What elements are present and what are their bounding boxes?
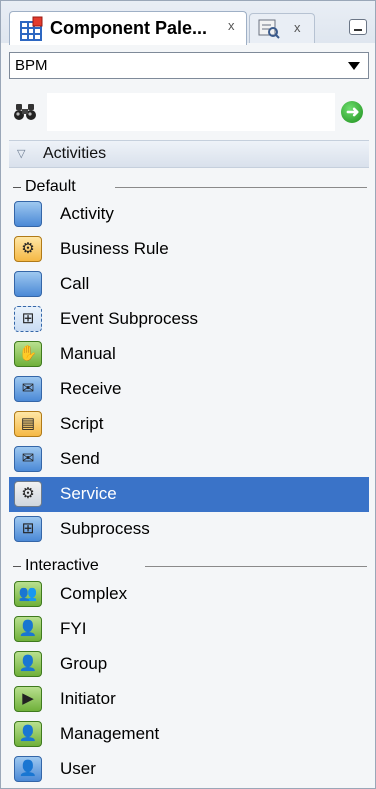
binoculars-icon [14, 104, 36, 120]
business-rule-icon: ⚙ [14, 236, 42, 262]
palette-item-label: Group [60, 654, 108, 673]
group-divider [145, 566, 367, 567]
resource-catalog-icon [258, 19, 280, 39]
palette-item-manual[interactable]: ✋ Manual [9, 337, 369, 372]
receive-icon: ✉ [14, 376, 42, 402]
palette-item-complex[interactable]: 👥 Complex [9, 577, 369, 612]
palette-item-script[interactable]: ▤ Script [9, 407, 369, 442]
palette-item-send[interactable]: ✉ Send [9, 442, 369, 477]
group-interactive: Interactive [9, 555, 369, 579]
subprocess-icon: ⊞ [14, 516, 42, 542]
palette-item-label: Event Subprocess [60, 309, 198, 328]
component-palette-panel: Component Pale... x x BPM ➜ ▽ Activities… [0, 0, 376, 789]
close-tab-icon[interactable]: x [294, 20, 301, 35]
tab-second[interactable]: x [249, 13, 315, 43]
palette-item-label: User [60, 759, 96, 778]
palette-item-initiator[interactable]: ▶ Initiator [9, 682, 369, 717]
complex-icon: 👥 [14, 581, 42, 607]
palette-item-receive[interactable]: ✉ Receive [9, 372, 369, 407]
arrow-right-icon: ➜ [346, 104, 360, 121]
palette-item-label: Business Rule [60, 239, 169, 258]
palette-item-call[interactable]: Call [9, 267, 369, 302]
send-icon: ✉ [14, 446, 42, 472]
palette-item-label: Receive [60, 379, 122, 398]
palette-item-label: Manual [60, 344, 116, 363]
group-label: Interactive [25, 557, 99, 574]
palette-item-label: Script [60, 414, 104, 433]
palette-item-label: Call [60, 274, 90, 293]
activity-icon [14, 201, 42, 227]
collapse-triangle-icon: ▽ [17, 148, 26, 160]
group-icon: 👤 [14, 651, 42, 677]
activities-section-header[interactable]: ▽ Activities [9, 140, 369, 168]
palette-item-label: Subprocess [60, 519, 150, 538]
minimize-button[interactable] [349, 19, 367, 35]
group-dash [13, 187, 21, 188]
event-subprocess-icon: ⊞ [14, 306, 42, 332]
fyi-icon: 👤 [14, 616, 42, 642]
group-divider [115, 187, 367, 188]
palette-item-label: Initiator [60, 689, 116, 708]
manual-icon: ✋ [14, 341, 42, 367]
palette-item-group[interactable]: 👤 Group [9, 647, 369, 682]
call-icon [14, 271, 42, 297]
palette-category-value: BPM [15, 57, 48, 74]
minimize-icon [354, 29, 362, 31]
palette-item-subprocess[interactable]: ⊞ Subprocess [9, 512, 369, 547]
palette-item-service[interactable]: ⚙ Service [9, 477, 369, 512]
close-tab-icon[interactable]: x [228, 18, 235, 33]
palette-item-user[interactable]: 👤 User [9, 752, 369, 787]
palette-item-label: Send [60, 449, 100, 468]
palette-item-business-rule[interactable]: ⚙ Business Rule [9, 232, 369, 267]
management-icon: 👤 [14, 721, 42, 747]
chevron-down-icon [348, 62, 360, 70]
group-dash [13, 566, 21, 567]
search-go-button[interactable]: ➜ [341, 101, 363, 123]
palette-item-management[interactable]: 👤 Management [9, 717, 369, 752]
palette-item-activity[interactable]: Activity [9, 197, 369, 232]
tab-component-palette[interactable]: Component Pale... x [9, 11, 247, 45]
service-icon: ⚙ [14, 481, 42, 507]
palette-item-label: Activity [60, 204, 114, 223]
palette-item-label: Service [60, 484, 117, 503]
script-icon: ▤ [14, 411, 42, 437]
initiator-icon: ▶ [14, 686, 42, 712]
palette-item-fyi[interactable]: 👤 FYI [9, 612, 369, 647]
palette-category-select[interactable]: BPM [9, 52, 369, 79]
search-input[interactable] [47, 93, 335, 131]
section-title: Activities [43, 145, 107, 162]
palette-item-label: Management [60, 724, 160, 743]
palette-item-label: FYI [60, 619, 87, 638]
tab-bar: Component Pale... x x [1, 1, 375, 45]
palette-item-event-subprocess[interactable]: ⊞ Event Subprocess [9, 302, 369, 337]
palette-item-label: Complex [60, 584, 128, 603]
group-label: Default [25, 178, 76, 195]
search-row: ➜ [9, 93, 369, 131]
tab-component-palette-label: Component Pale... [50, 18, 208, 38]
user-icon: 👤 [14, 756, 42, 782]
palette-icon [20, 16, 43, 41]
